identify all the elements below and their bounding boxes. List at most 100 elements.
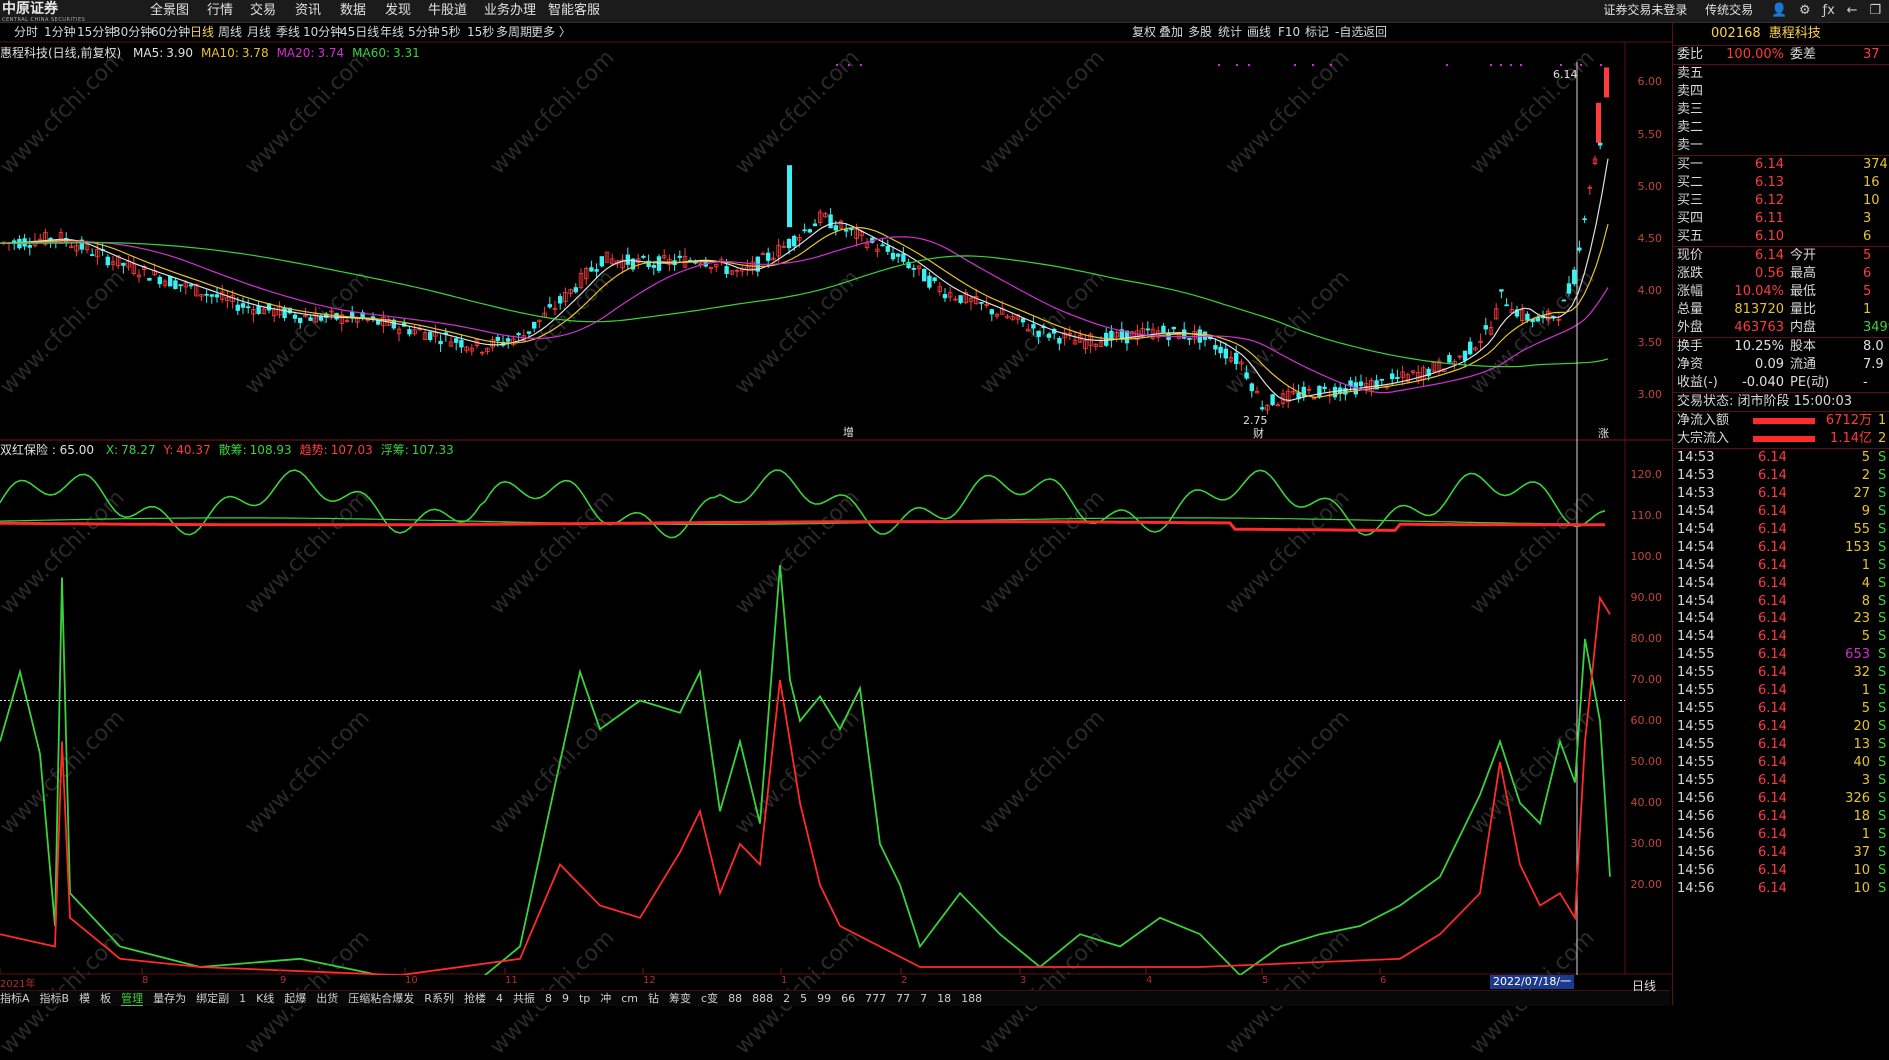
candle-body (245, 306, 251, 309)
candle-body (532, 321, 537, 329)
candle-body (204, 293, 209, 296)
ma20-line (0, 236, 1609, 394)
stat-row: 涨幅 10.04% 最低 5 (1677, 284, 1872, 299)
x-tick: 9 (280, 975, 287, 986)
tick-row: 14:54 6.14 153 S (1677, 539, 1887, 555)
candle-body (1598, 142, 1603, 146)
candle-body (375, 320, 381, 325)
tick-row: 14:54 6.14 5 S (1677, 629, 1887, 645)
indicator-tab-9[interactable]: 起爆 (284, 992, 306, 1005)
candle-body (282, 307, 287, 319)
kline-chart[interactable]: 6.14 2.75 增 财 涨 (0, 0, 1672, 975)
axis-label: 100.0 (1630, 550, 1663, 563)
flow-bar (1753, 436, 1815, 442)
indicator-tab-15[interactable]: 共振 (513, 992, 535, 1005)
axis-label: 3.00 (1637, 388, 1663, 401)
indicator-tab-5[interactable]: 量存为 (153, 992, 186, 1005)
settings-icon[interactable]: ⚙ (1799, 3, 1811, 18)
candle-body (1171, 326, 1176, 330)
x-tick: 11 (505, 975, 518, 986)
candle-body (1145, 328, 1150, 331)
tick-row: 14:56 6.14 18 S (1677, 808, 1887, 824)
indicator-tab-31[interactable]: 77 (896, 992, 910, 1005)
candle-body (1322, 386, 1327, 390)
trade-status: 交易状态: 闭市阶段 15:00:03 (1677, 394, 1853, 409)
indicator-tab-3[interactable]: 板 (100, 992, 111, 1005)
back-icon[interactable]: ← (1847, 3, 1858, 18)
indicator-tab-16[interactable]: 8 (545, 992, 552, 1005)
indicator-tab-2[interactable]: 模 (79, 992, 90, 1005)
candle-body (786, 238, 792, 249)
indicator-tab-19[interactable]: 冲 (600, 992, 611, 1005)
candle-body (1057, 337, 1062, 344)
candle-body (1390, 373, 1395, 380)
indicator-tab-13[interactable]: 抢楼 (464, 992, 486, 1005)
candle-body (235, 304, 240, 311)
indicator-tab-14[interactable]: 4 (496, 992, 503, 1005)
indicator-tab-27[interactable]: 5 (800, 992, 807, 1005)
bid-row: 买四 6.11 3 (1677, 211, 1872, 226)
axis-label: 120.0 (1630, 468, 1663, 481)
indicator-tab-22[interactable]: 筹变 (669, 992, 691, 1005)
candle-body (942, 294, 948, 299)
candle-body (459, 340, 464, 348)
indicator-tab-28[interactable]: 99 (817, 992, 831, 1005)
indicator-tab-29[interactable]: 66 (841, 992, 855, 1005)
formula-icon[interactable]: ƒx (1823, 3, 1835, 18)
candle-body (1260, 407, 1265, 410)
indicator-tab-6[interactable]: 绑定副 (196, 992, 229, 1005)
candle-body (594, 269, 599, 272)
indicator-tab-23[interactable]: c变 (701, 992, 718, 1005)
tick-row: 14:56 6.14 10 S (1677, 880, 1887, 896)
event-dot (1520, 64, 1522, 66)
indicator-tab-12[interactable]: R系列 (424, 992, 454, 1005)
indicator-tab-30[interactable]: 777 (865, 992, 886, 1005)
flow-row: 大宗流入 1.14亿 2 (1677, 431, 1887, 446)
candle-body (157, 276, 162, 285)
indicator-tab-17[interactable]: 9 (562, 992, 569, 1005)
indicator-tab-20[interactable]: cm (621, 992, 638, 1005)
fund-stat-row: 净资 0.09 流通 7.9 (1677, 357, 1884, 372)
quote-stats: 现价 6.14 今开 5 涨跌 0.56 最高 6 涨幅 10.04% 最低 5 总量 813720 量比 1… (1673, 247, 1889, 338)
indicator-tab-1[interactable]: 指标B (40, 992, 70, 1005)
candle-body (1046, 333, 1052, 338)
candle-body (27, 245, 32, 248)
stock-code: 002168 (1711, 26, 1761, 41)
indicator-tab-7[interactable]: 1 (239, 992, 246, 1005)
tick-list[interactable]: 14:53 6.14 5 S 14:53 6.14 2 S 14:53 6.14 27 S 14:54 6… (1673, 449, 1889, 897)
stat-row: 总量 813720 量比 1 (1677, 302, 1872, 317)
restore-window-icon[interactable]: ❐ (1869, 3, 1881, 18)
indicator-tab-34[interactable]: 188 (961, 992, 982, 1005)
candle-body (308, 317, 313, 321)
candle-body (297, 317, 303, 324)
indicator-tab-18[interactable]: tp (579, 992, 590, 1005)
event-flag: 增 (843, 425, 854, 439)
axis-label: 6.00 (1637, 75, 1663, 88)
candle-body (828, 214, 833, 229)
classic-trade-link[interactable]: 传统交易 (1705, 3, 1753, 17)
candle-body (792, 235, 797, 247)
event-dot (1510, 64, 1512, 66)
indicator-tab-4[interactable]: 管理 (121, 992, 144, 1006)
weibi-row: 委比 100.00% 委差 37 (1673, 46, 1889, 65)
indicator-tab-33[interactable]: 18 (937, 992, 951, 1005)
indicator-item-4: 浮筹: 107.33 (380, 443, 454, 457)
user-icon[interactable]: 👤 (1771, 3, 1787, 18)
indicator-tab-32[interactable]: 7 (920, 992, 927, 1005)
indicator-tab-21[interactable]: 钻 (648, 992, 659, 1005)
indicator-tab-0[interactable]: 指标A (0, 992, 30, 1005)
candle-body (453, 338, 459, 343)
indicator-tab-25[interactable]: 888 (752, 992, 773, 1005)
tick-row: 14:54 6.14 23 S (1677, 611, 1887, 627)
candle-body (885, 245, 890, 252)
indicator-tab-26[interactable]: 2 (783, 992, 790, 1005)
indicator-tab-11[interactable]: 压缩粘合爆发 (348, 992, 414, 1005)
x-tick: 2 (901, 975, 908, 986)
indicator-tab-10[interactable]: 出货 (316, 992, 338, 1005)
tick-row: 14:55 6.14 20 S (1677, 719, 1887, 735)
ask-row: 卖五 (1677, 66, 1704, 81)
indicator-tab-8[interactable]: K线 (256, 992, 274, 1005)
candle-body (105, 256, 110, 266)
indicator-tab-24[interactable]: 88 (728, 992, 742, 1005)
x-axis: 2021年 8 9 10 11 12 1 2 3 4 5 6 (0, 975, 1670, 990)
